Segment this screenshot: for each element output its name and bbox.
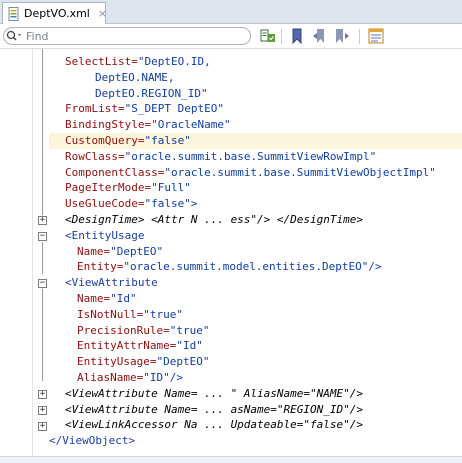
find-box	[3, 27, 251, 45]
xml-attribute: CustomQuery=	[65, 133, 145, 147]
code-line: <ViewAttribute	[49, 275, 462, 291]
xml-attribute: Entity=	[77, 260, 124, 274]
xml-value: "S_DEPT DeptEO"	[124, 102, 224, 116]
xml-attribute: Name=	[77, 291, 111, 305]
code-line: PrecisionRule="true"	[49, 323, 462, 339]
editor-toolbar	[0, 24, 462, 49]
xml-value: "OracleName"	[151, 118, 231, 132]
xml-value: "DeptEO"	[156, 355, 210, 369]
code-line: EntityUsage="DeptEO"	[49, 354, 462, 370]
code-line: AliasName="ID"/>	[49, 370, 462, 386]
search-icon[interactable]	[4, 28, 26, 44]
code-line: Name="Id"	[49, 291, 462, 307]
collapse-icon[interactable]: −	[38, 279, 47, 288]
xml-value: DeptEO.REGION_ID"	[95, 86, 208, 100]
xml-value: "DeptEO"	[110, 244, 164, 258]
xml-value: "false">	[144, 197, 198, 211]
code-line: <EntityUsage	[49, 228, 462, 244]
xml-attribute: FromList=	[65, 102, 125, 116]
xml-tag: <EntityUsage	[65, 228, 145, 242]
next-bookmark-icon[interactable]	[333, 27, 351, 45]
code-line: IsNotNull="true"	[49, 307, 462, 323]
tab-title: DeptVO.xml	[24, 7, 90, 20]
tab-deptvo-xml[interactable]: DeptVO.xml ×	[2, 2, 107, 24]
xml-attribute: ComponentClass=	[65, 165, 165, 179]
xml-value: "oracle.summit.model.entities.DeptEO"/>	[123, 260, 382, 274]
xml-value: DeptEO.NAME,	[95, 70, 175, 84]
code-line: RowClass="oracle.summit.base.SummitViewR…	[49, 149, 462, 165]
xml-attribute: PrecisionRule=	[77, 323, 170, 337]
xml-value: "oracle.summit.base.SummitViewRowImpl"	[124, 149, 377, 163]
code-line-collapsed: <DesignTime> <Attr N ... ess"/> </Design…	[49, 212, 462, 228]
code-line: SelectList="DeptEO.ID,	[49, 54, 462, 70]
code-line: ComponentClass="oracle.summit.base.Summi…	[49, 165, 462, 181]
expand-icon[interactable]: +	[38, 390, 47, 399]
collapse-icon[interactable]: −	[38, 232, 47, 241]
collapsed-element[interactable]: <ViewAttribute Name= ... asName="REGION_…	[65, 403, 363, 416]
xml-file-icon	[8, 6, 20, 21]
xml-attribute: RowClass=	[65, 149, 125, 163]
collapsed-element[interactable]: <ViewAttribute Name= ... " AliasName="NA…	[65, 387, 363, 400]
code-line-collapsed: <ViewAttribute Name= ... " AliasName="NA…	[49, 386, 462, 402]
code-line: BindingStyle="OracleName"	[49, 117, 462, 133]
fold-guide-line	[42, 289, 43, 381]
source-view-icon[interactable]	[367, 27, 385, 45]
code-line-current: CustomQuery="false"	[49, 132, 462, 149]
xml-value: "true"	[169, 323, 210, 337]
code-line: EntityAttrName="Id"	[49, 338, 462, 354]
find-usages-icon[interactable]	[259, 27, 277, 45]
xml-attribute: UseGlueCode=	[65, 197, 145, 211]
xml-attribute: EntityUsage=	[77, 355, 157, 369]
xml-tag: <ViewAttribute	[65, 276, 158, 290]
xml-value: "Id"	[110, 291, 137, 305]
code-line: DeptEO.REGION_ID"	[49, 86, 462, 102]
xml-value: "Id"	[176, 339, 203, 353]
fold-guide-line	[42, 49, 43, 215]
xml-attribute: SelectList=	[65, 55, 138, 68]
fold-guide-line	[42, 242, 43, 274]
xml-attribute: EntityAttrName=	[77, 339, 177, 353]
code-line: Name="DeptEO"	[49, 244, 462, 260]
collapsed-element[interactable]: <ViewLinkAccessor Na ... Updateable="fal…	[65, 418, 363, 431]
xml-value: "true"	[143, 307, 183, 321]
xml-attribute: BindingStyle=	[65, 118, 152, 132]
xml-attribute: IsNotNull=	[77, 307, 144, 321]
expand-icon[interactable]: +	[38, 216, 47, 225]
code-line: Entity="oracle.summit.model.entities.Dep…	[49, 259, 462, 275]
xml-value: "oracle.summit.base.SummitViewObjectImpl…	[164, 165, 436, 179]
close-tab-icon[interactable]: ×	[98, 7, 107, 20]
xml-tag: </ViewObject>	[49, 434, 136, 448]
expand-icon[interactable]: +	[38, 422, 47, 431]
code-lines: SelectList="DeptEO.ID, DeptEO.NAME, Dept…	[49, 54, 462, 449]
expand-icon[interactable]: +	[38, 406, 47, 415]
xml-attribute: AliasName=	[77, 370, 144, 384]
code-line-collapsed: <ViewAttribute Name= ... asName="REGION_…	[49, 402, 462, 418]
xml-value: "DeptEO.ID,	[137, 55, 211, 68]
xml-value: "ID"/>	[143, 370, 183, 384]
xml-attribute: PageIterMode=	[65, 181, 152, 195]
editor-tab-bar: DeptVO.xml ×	[0, 0, 462, 24]
code-line: UseGlueCode="false">	[49, 196, 462, 212]
code-line: PageIterMode="Full"	[49, 180, 462, 196]
code-line-collapsed: <ViewLinkAccessor Na ... Updateable="fal…	[49, 417, 462, 433]
code-line: DeptEO.NAME,	[49, 70, 462, 86]
find-input[interactable]	[26, 29, 226, 43]
toolbar-separator	[281, 29, 282, 44]
line-gutter	[0, 49, 33, 456]
prev-bookmark-icon[interactable]	[311, 27, 329, 45]
xml-attribute: Name=	[77, 244, 111, 258]
xml-value: "false"	[144, 133, 191, 147]
bookmark-icon[interactable]	[288, 27, 306, 45]
toolbar-separator	[359, 29, 360, 44]
code-line: FromList="S_DEPT DeptEO"	[49, 101, 462, 117]
xml-value: "Full"	[151, 181, 191, 195]
collapsed-element[interactable]: <DesignTime> <Attr N ... ess"/> </Design…	[65, 213, 363, 226]
code-line: </ViewObject>	[49, 433, 462, 449]
code-editor[interactable]: + − − + + + SelectList="DeptEO.ID, DeptE…	[0, 49, 462, 456]
horizontal-scrollbar[interactable]	[0, 456, 462, 463]
